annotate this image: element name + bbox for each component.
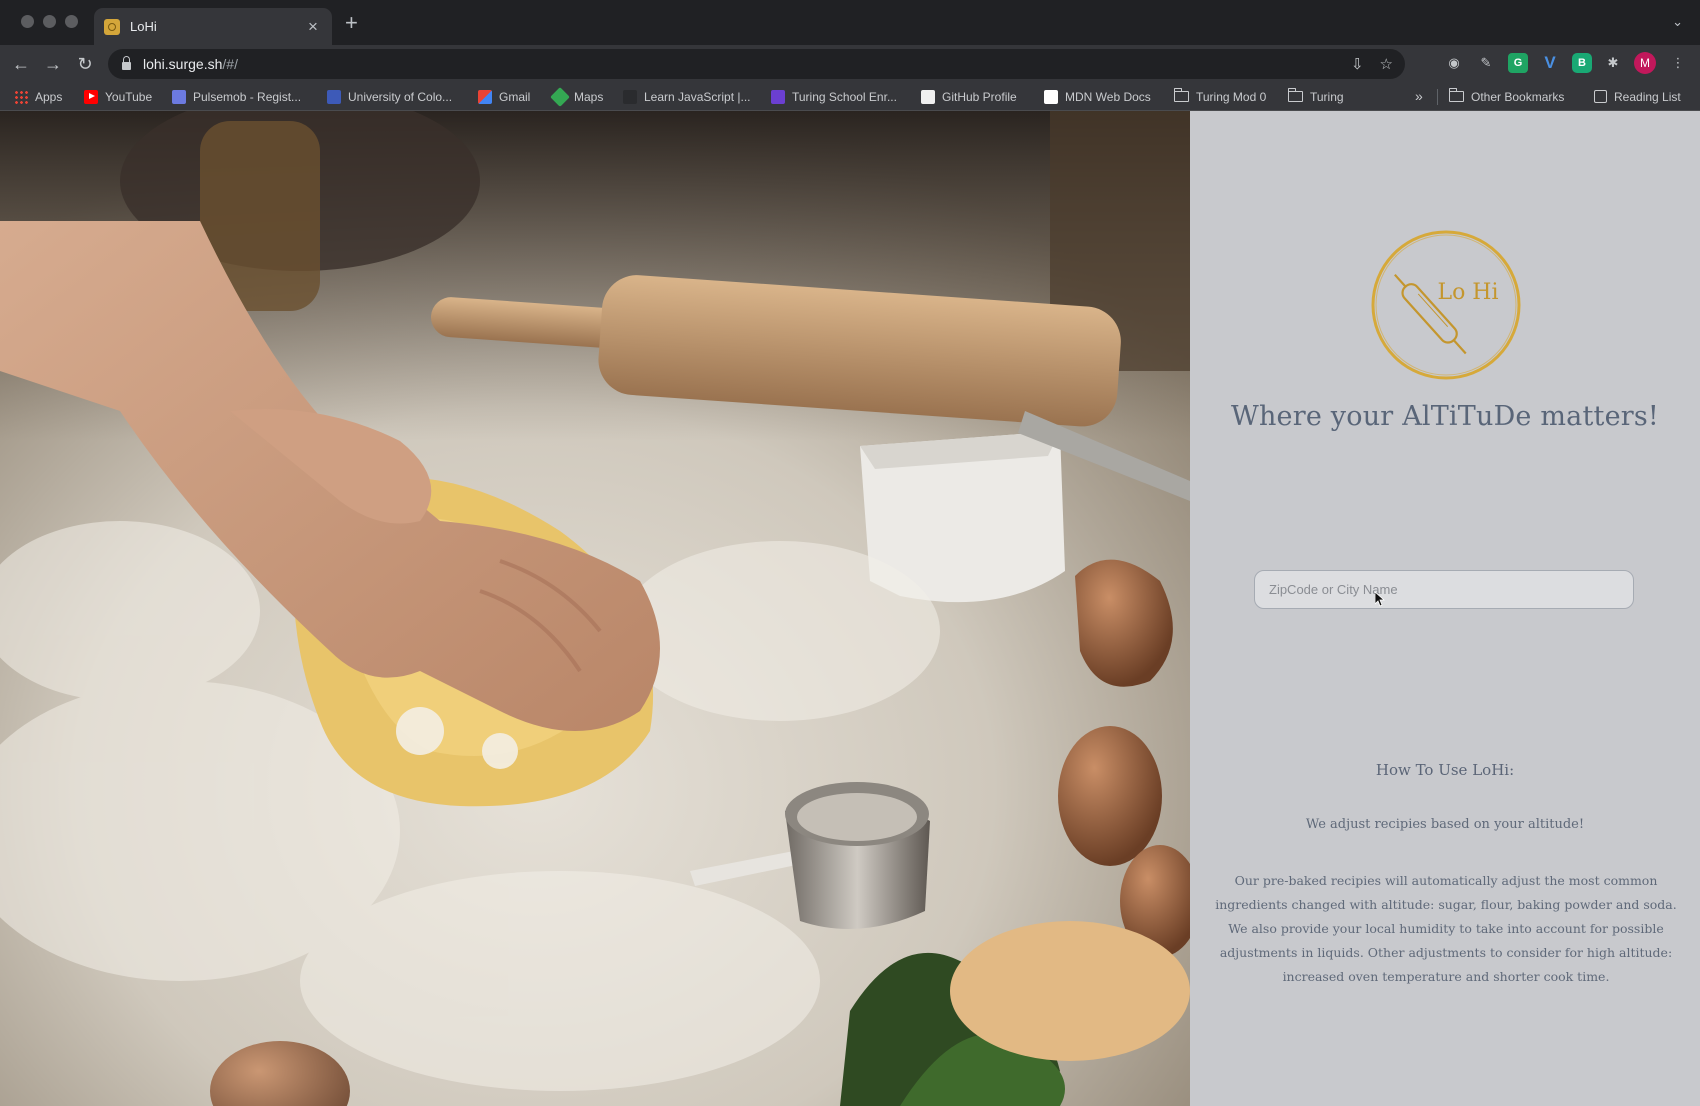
- pulsemob-icon: [172, 89, 186, 104]
- turing-icon: [771, 89, 785, 104]
- address-bar[interactable]: lohi.surge.sh/#/ ⇩ ☆: [108, 49, 1405, 79]
- lohi-logo-icon: Lo Hi: [1371, 230, 1521, 380]
- green-extension-icon[interactable]: B: [1572, 53, 1592, 73]
- extensions-puzzle-icon[interactable]: ✱: [1603, 53, 1623, 73]
- camera-extension-icon[interactable]: ◉: [1444, 53, 1464, 73]
- pen-extension-icon[interactable]: ✎: [1476, 53, 1496, 73]
- bookmark-gmail[interactable]: Gmail: [478, 83, 530, 110]
- close-tab-icon[interactable]: ×: [304, 18, 322, 35]
- location-search-input[interactable]: [1254, 570, 1634, 609]
- browser-tab[interactable]: LoHi ×: [94, 8, 332, 45]
- bookmark-pulsemob[interactable]: Pulsemob - Regist...: [172, 83, 301, 110]
- mdn-icon: [1044, 89, 1058, 104]
- reading-list-button[interactable]: Reading List: [1594, 83, 1681, 110]
- how-to-subtitle: We adjust recipies based on your altitud…: [1305, 817, 1585, 832]
- lohi-favicon-icon: [104, 18, 120, 35]
- maximize-window-button[interactable]: [65, 15, 78, 28]
- search-panel: Lo Hi Where your AlTiTuDe matters! How T…: [1190, 111, 1700, 1106]
- more-bookmarks-chevron-icon[interactable]: »: [1415, 88, 1423, 104]
- bookmark-turing-school[interactable]: Turing School Enr...: [771, 83, 897, 110]
- window-controls: [21, 15, 78, 28]
- maps-pin-icon: [550, 86, 570, 107]
- bookmark-github[interactable]: GitHub Profile: [921, 83, 1017, 110]
- tab-title: LoHi: [130, 19, 157, 34]
- reading-list-icon: [1594, 90, 1607, 103]
- bookmarks-bar: Apps YouTube Pulsemob - Regist... Univer…: [0, 83, 1700, 111]
- reload-button[interactable]: ↻: [72, 51, 98, 77]
- vimeo-extension-icon[interactable]: V: [1540, 53, 1560, 73]
- lock-icon[interactable]: [122, 56, 131, 70]
- browser-menu-icon[interactable]: ⋮: [1668, 53, 1688, 73]
- tab-strip: LoHi × + ⌄: [0, 0, 1700, 45]
- close-window-button[interactable]: [21, 15, 34, 28]
- github-icon: [921, 89, 935, 104]
- svg-text:Lo Hi: Lo Hi: [1437, 280, 1498, 305]
- new-tab-button[interactable]: +: [345, 12, 358, 34]
- minimize-window-button[interactable]: [43, 15, 56, 28]
- bookmarks-divider: [1437, 89, 1438, 105]
- bookmark-university[interactable]: University of Colo...: [327, 83, 452, 110]
- javascript-icon: [623, 89, 637, 104]
- bookmark-turing-folder[interactable]: Turing: [1288, 83, 1344, 110]
- grammarly-extension-icon[interactable]: G: [1508, 53, 1528, 73]
- bookmark-youtube[interactable]: YouTube: [84, 83, 152, 110]
- tagline: Where your AlTiTuDe matters!: [1231, 401, 1659, 432]
- gmail-icon: [478, 89, 492, 104]
- youtube-icon: [84, 89, 98, 104]
- how-to-description: Our pre-baked recipies will automaticall…: [1215, 873, 1677, 984]
- baking-hero-image: [0, 111, 1190, 1106]
- lohi-page: Lo Hi Where your AlTiTuDe matters! How T…: [0, 111, 1700, 1106]
- bookmark-learn-javascript[interactable]: Learn JavaScript |...: [623, 83, 751, 110]
- folder-icon: [1449, 88, 1464, 102]
- install-app-icon[interactable]: ⇩: [1351, 55, 1364, 73]
- bookmark-turing-mod0[interactable]: Turing Mod 0: [1174, 83, 1266, 110]
- apps-grid-icon: [14, 89, 28, 104]
- folder-icon: [1288, 88, 1303, 102]
- folder-icon: [1174, 88, 1189, 102]
- url-text: lohi.surge.sh/#/: [143, 56, 238, 72]
- forward-button[interactable]: →: [40, 51, 66, 77]
- tab-search-chevron-icon[interactable]: ⌄: [1672, 14, 1683, 30]
- calendar-icon: [327, 89, 341, 104]
- bookmark-maps[interactable]: Maps: [550, 83, 603, 110]
- browser-toolbar: ← → ↻ lohi.surge.sh/#/ ⇩ ☆ ◉ ✎ G V B ✱ M…: [0, 45, 1700, 83]
- profile-avatar[interactable]: M: [1634, 52, 1656, 74]
- bookmark-other-bookmarks[interactable]: Other Bookmarks: [1449, 83, 1564, 110]
- bookmark-star-icon[interactable]: ☆: [1380, 55, 1393, 73]
- how-to-title: How To Use LoHi:: [1375, 761, 1515, 779]
- back-button[interactable]: ←: [8, 51, 34, 77]
- bookmark-apps[interactable]: Apps: [14, 83, 62, 110]
- mouse-cursor-icon: [1375, 592, 1385, 607]
- bookmark-mdn[interactable]: MDN Web Docs: [1044, 83, 1151, 110]
